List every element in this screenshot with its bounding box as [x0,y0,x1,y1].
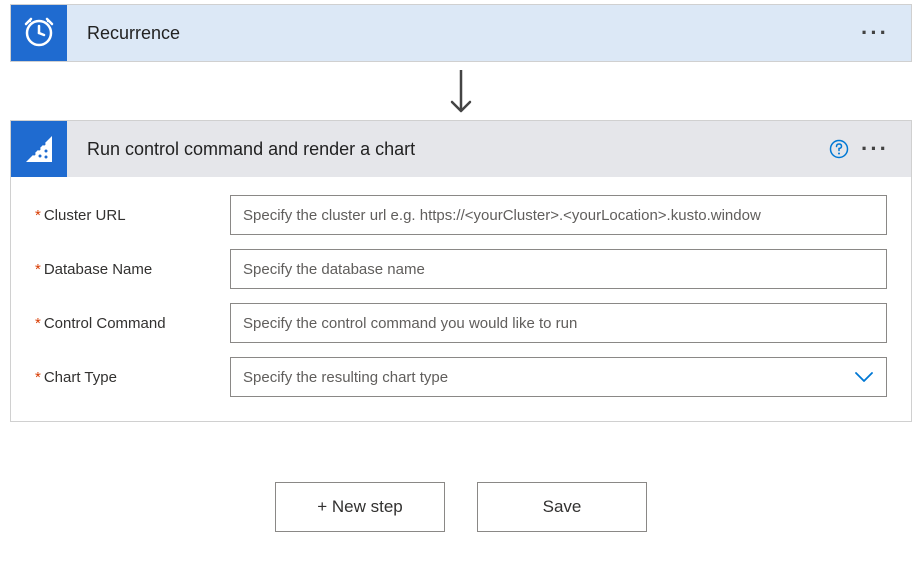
more-icon[interactable]: ··· [855,136,895,162]
required-asterisk: * [35,315,41,332]
chart-type-label: *Chart Type [35,369,230,386]
action-icon-container [11,121,67,177]
recurrence-icon-container [11,5,67,61]
action-title: Run control command and render a chart [87,139,823,160]
control-command-label: *Control Command [35,315,230,332]
recurrence-title: Recurrence [87,23,855,44]
action-body: *Cluster URL *Database Name *Control Com… [11,177,911,421]
chart-type-select[interactable]: Specify the resulting chart type [230,357,887,397]
form-row-database-name: *Database Name [35,249,887,289]
action-card: Run control command and render a chart ·… [10,120,912,422]
cluster-url-input[interactable] [230,195,887,235]
recurrence-card: Recurrence ··· [10,4,912,62]
action-header[interactable]: Run control command and render a chart ·… [11,121,911,177]
chart-type-placeholder: Specify the resulting chart type [243,369,448,386]
required-asterisk: * [35,261,41,278]
arrow-down-icon [446,68,476,116]
recurrence-header[interactable]: Recurrence ··· [11,5,911,61]
control-command-input[interactable] [230,303,887,343]
required-asterisk: * [35,207,41,224]
required-asterisk: * [35,369,41,386]
footer-buttons: + New step Save [10,482,912,532]
save-button[interactable]: Save [477,482,647,532]
arrow-connector [10,62,912,120]
more-icon[interactable]: ··· [855,20,895,46]
clock-icon [22,16,56,50]
database-name-label: *Database Name [35,261,230,278]
data-explorer-icon [22,132,56,166]
database-name-input[interactable] [230,249,887,289]
chevron-down-icon [854,371,874,383]
form-row-cluster-url: *Cluster URL [35,195,887,235]
form-row-control-command: *Control Command [35,303,887,343]
help-icon[interactable] [823,139,855,159]
cluster-url-label: *Cluster URL [35,207,230,224]
form-row-chart-type: *Chart Type Specify the resulting chart … [35,357,887,397]
new-step-button[interactable]: + New step [275,482,445,532]
